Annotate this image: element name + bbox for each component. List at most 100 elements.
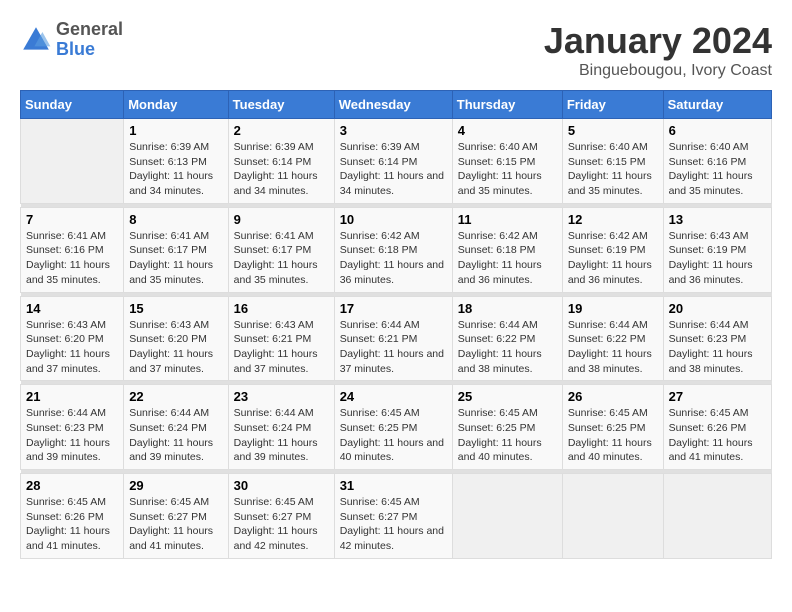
day-info: Sunrise: 6:45 AM Sunset: 6:25 PM Dayligh… xyxy=(458,406,557,465)
header-row: SundayMondayTuesdayWednesdayThursdayFrid… xyxy=(21,91,772,119)
day-info: Sunrise: 6:45 AM Sunset: 6:25 PM Dayligh… xyxy=(568,406,658,465)
day-info: Sunrise: 6:45 AM Sunset: 6:27 PM Dayligh… xyxy=(234,495,329,554)
day-info: Sunrise: 6:43 AM Sunset: 6:20 PM Dayligh… xyxy=(129,318,222,377)
day-info: Sunrise: 6:44 AM Sunset: 6:21 PM Dayligh… xyxy=(340,318,447,377)
day-info: Sunrise: 6:43 AM Sunset: 6:19 PM Dayligh… xyxy=(669,229,766,288)
logo-icon xyxy=(20,24,52,56)
day-number: 2 xyxy=(234,123,329,138)
calendar-cell: 3 Sunrise: 6:39 AM Sunset: 6:14 PM Daylig… xyxy=(334,119,452,204)
day-number: 11 xyxy=(458,212,557,227)
day-info: Sunrise: 6:39 AM Sunset: 6:13 PM Dayligh… xyxy=(129,140,222,199)
day-info: Sunrise: 6:41 AM Sunset: 6:16 PM Dayligh… xyxy=(26,229,118,288)
day-number: 29 xyxy=(129,478,222,493)
calendar-cell: 28 Sunrise: 6:45 AM Sunset: 6:26 PM Dayli… xyxy=(21,474,124,559)
day-number: 21 xyxy=(26,389,118,404)
page-header: General Blue January 2024 Binguebougou, … xyxy=(20,20,772,80)
calendar-cell: 31 Sunrise: 6:45 AM Sunset: 6:27 PM Dayli… xyxy=(334,474,452,559)
calendar-week-row: 7 Sunrise: 6:41 AM Sunset: 6:16 PM Daylig… xyxy=(21,207,772,292)
calendar-cell xyxy=(663,474,771,559)
day-info: Sunrise: 6:45 AM Sunset: 6:25 PM Dayligh… xyxy=(340,406,447,465)
logo-blue: Blue xyxy=(56,40,123,60)
calendar-cell: 2 Sunrise: 6:39 AM Sunset: 6:14 PM Daylig… xyxy=(228,119,334,204)
day-info: Sunrise: 6:45 AM Sunset: 6:26 PM Dayligh… xyxy=(26,495,118,554)
day-info: Sunrise: 6:45 AM Sunset: 6:26 PM Dayligh… xyxy=(669,406,766,465)
calendar-cell: 18Sunrise: 6:44 AM Sunset: 6:22 PM Dayli… xyxy=(452,296,562,381)
day-number: 30 xyxy=(234,478,329,493)
day-number: 3 xyxy=(340,123,447,138)
day-number: 7 xyxy=(26,212,118,227)
day-info: Sunrise: 6:45 AM Sunset: 6:27 PM Dayligh… xyxy=(340,495,447,554)
day-number: 23 xyxy=(234,389,329,404)
day-number: 4 xyxy=(458,123,557,138)
calendar-cell: 8 Sunrise: 6:41 AM Sunset: 6:17 PM Daylig… xyxy=(124,207,228,292)
header-cell: Monday xyxy=(124,91,228,119)
header-cell: Friday xyxy=(562,91,663,119)
calendar-week-row: 14 Sunrise: 6:43 AM Sunset: 6:20 PM Dayli… xyxy=(21,296,772,381)
calendar-cell: 22 Sunrise: 6:44 AM Sunset: 6:24 PM Dayli… xyxy=(124,385,228,470)
calendar-cell: 19Sunrise: 6:44 AM Sunset: 6:22 PM Dayli… xyxy=(562,296,663,381)
day-info: Sunrise: 6:44 AM Sunset: 6:23 PM Dayligh… xyxy=(669,318,766,377)
calendar-week-row: 28 Sunrise: 6:45 AM Sunset: 6:26 PM Dayli… xyxy=(21,474,772,559)
day-number: 6 xyxy=(669,123,766,138)
calendar-cell: 13Sunrise: 6:43 AM Sunset: 6:19 PM Dayli… xyxy=(663,207,771,292)
calendar-cell: 10Sunrise: 6:42 AM Sunset: 6:18 PM Dayli… xyxy=(334,207,452,292)
day-info: Sunrise: 6:39 AM Sunset: 6:14 PM Dayligh… xyxy=(234,140,329,199)
day-info: Sunrise: 6:40 AM Sunset: 6:15 PM Dayligh… xyxy=(458,140,557,199)
day-number: 22 xyxy=(129,389,222,404)
calendar-cell: 30 Sunrise: 6:45 AM Sunset: 6:27 PM Dayli… xyxy=(228,474,334,559)
day-info: Sunrise: 6:43 AM Sunset: 6:20 PM Dayligh… xyxy=(26,318,118,377)
logo: General Blue xyxy=(20,20,123,60)
day-info: Sunrise: 6:42 AM Sunset: 6:19 PM Dayligh… xyxy=(568,229,658,288)
calendar-cell: 27Sunrise: 6:45 AM Sunset: 6:26 PM Dayli… xyxy=(663,385,771,470)
day-number: 18 xyxy=(458,301,557,316)
day-number: 8 xyxy=(129,212,222,227)
day-number: 14 xyxy=(26,301,118,316)
header-cell: Tuesday xyxy=(228,91,334,119)
day-info: Sunrise: 6:44 AM Sunset: 6:24 PM Dayligh… xyxy=(234,406,329,465)
day-info: Sunrise: 6:44 AM Sunset: 6:23 PM Dayligh… xyxy=(26,406,118,465)
calendar-cell: 1 Sunrise: 6:39 AM Sunset: 6:13 PM Daylig… xyxy=(124,119,228,204)
calendar-cell: 6 Sunrise: 6:40 AM Sunset: 6:16 PM Daylig… xyxy=(663,119,771,204)
day-info: Sunrise: 6:40 AM Sunset: 6:16 PM Dayligh… xyxy=(669,140,766,199)
calendar-cell: 16Sunrise: 6:43 AM Sunset: 6:21 PM Dayli… xyxy=(228,296,334,381)
logo-text: General Blue xyxy=(56,20,123,60)
calendar-cell: 15Sunrise: 6:43 AM Sunset: 6:20 PM Dayli… xyxy=(124,296,228,381)
page-title: January 2024 xyxy=(544,20,772,62)
calendar-cell xyxy=(21,119,124,204)
logo-general: General xyxy=(56,20,123,40)
day-info: Sunrise: 6:39 AM Sunset: 6:14 PM Dayligh… xyxy=(340,140,447,199)
header-cell: Wednesday xyxy=(334,91,452,119)
calendar-cell: 24Sunrise: 6:45 AM Sunset: 6:25 PM Dayli… xyxy=(334,385,452,470)
day-number: 31 xyxy=(340,478,447,493)
day-info: Sunrise: 6:44 AM Sunset: 6:24 PM Dayligh… xyxy=(129,406,222,465)
calendar-cell: 21 Sunrise: 6:44 AM Sunset: 6:23 PM Dayli… xyxy=(21,385,124,470)
day-info: Sunrise: 6:40 AM Sunset: 6:15 PM Dayligh… xyxy=(568,140,658,199)
header-cell: Saturday xyxy=(663,91,771,119)
calendar-cell: 23 Sunrise: 6:44 AM Sunset: 6:24 PM Dayli… xyxy=(228,385,334,470)
header-cell: Sunday xyxy=(21,91,124,119)
calendar-cell: 4 Sunrise: 6:40 AM Sunset: 6:15 PM Daylig… xyxy=(452,119,562,204)
day-number: 25 xyxy=(458,389,557,404)
calendar-cell: 12Sunrise: 6:42 AM Sunset: 6:19 PM Dayli… xyxy=(562,207,663,292)
calendar-cell: 29Sunrise: 6:45 AM Sunset: 6:27 PM Dayli… xyxy=(124,474,228,559)
day-number: 28 xyxy=(26,478,118,493)
day-number: 26 xyxy=(568,389,658,404)
calendar-cell: 25 Sunrise: 6:45 AM Sunset: 6:25 PM Dayli… xyxy=(452,385,562,470)
day-info: Sunrise: 6:42 AM Sunset: 6:18 PM Dayligh… xyxy=(340,229,447,288)
day-info: Sunrise: 6:41 AM Sunset: 6:17 PM Dayligh… xyxy=(129,229,222,288)
calendar-cell: 11Sunrise: 6:42 AM Sunset: 6:18 PM Dayli… xyxy=(452,207,562,292)
calendar-cell: 14 Sunrise: 6:43 AM Sunset: 6:20 PM Dayli… xyxy=(21,296,124,381)
calendar-cell: 17Sunrise: 6:44 AM Sunset: 6:21 PM Dayli… xyxy=(334,296,452,381)
calendar-week-row: 1 Sunrise: 6:39 AM Sunset: 6:13 PM Daylig… xyxy=(21,119,772,204)
calendar-cell: 5 Sunrise: 6:40 AM Sunset: 6:15 PM Daylig… xyxy=(562,119,663,204)
day-number: 20 xyxy=(669,301,766,316)
title-block: January 2024 Binguebougou, Ivory Coast xyxy=(544,20,772,80)
calendar-table: SundayMondayTuesdayWednesdayThursdayFrid… xyxy=(20,90,772,559)
day-number: 19 xyxy=(568,301,658,316)
calendar-cell: 20 Sunrise: 6:44 AM Sunset: 6:23 PM Dayli… xyxy=(663,296,771,381)
day-number: 1 xyxy=(129,123,222,138)
calendar-week-row: 21 Sunrise: 6:44 AM Sunset: 6:23 PM Dayli… xyxy=(21,385,772,470)
day-number: 9 xyxy=(234,212,329,227)
day-number: 16 xyxy=(234,301,329,316)
day-number: 5 xyxy=(568,123,658,138)
